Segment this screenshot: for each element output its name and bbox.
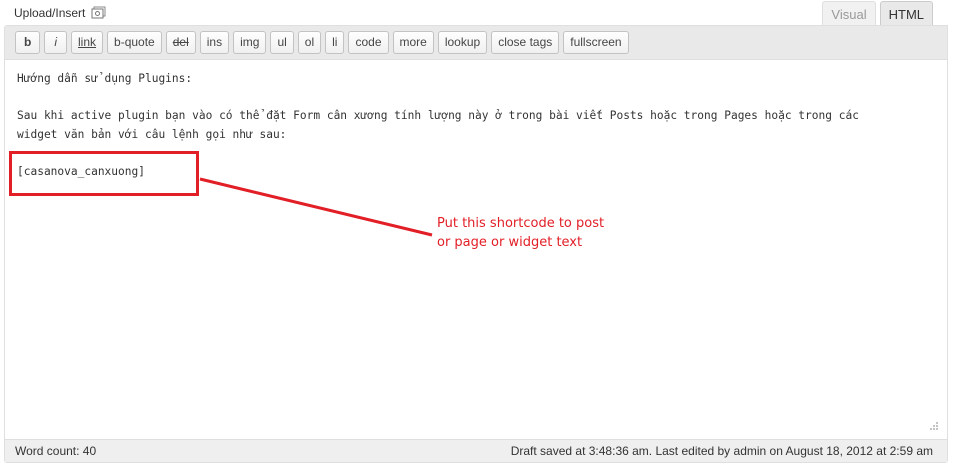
annotation-callout: Put this shortcode to post or page or wi… bbox=[437, 214, 637, 252]
annotation-line-1: Put this shortcode to post bbox=[437, 216, 605, 231]
annotation-line-2: or page or widget text bbox=[437, 235, 583, 250]
